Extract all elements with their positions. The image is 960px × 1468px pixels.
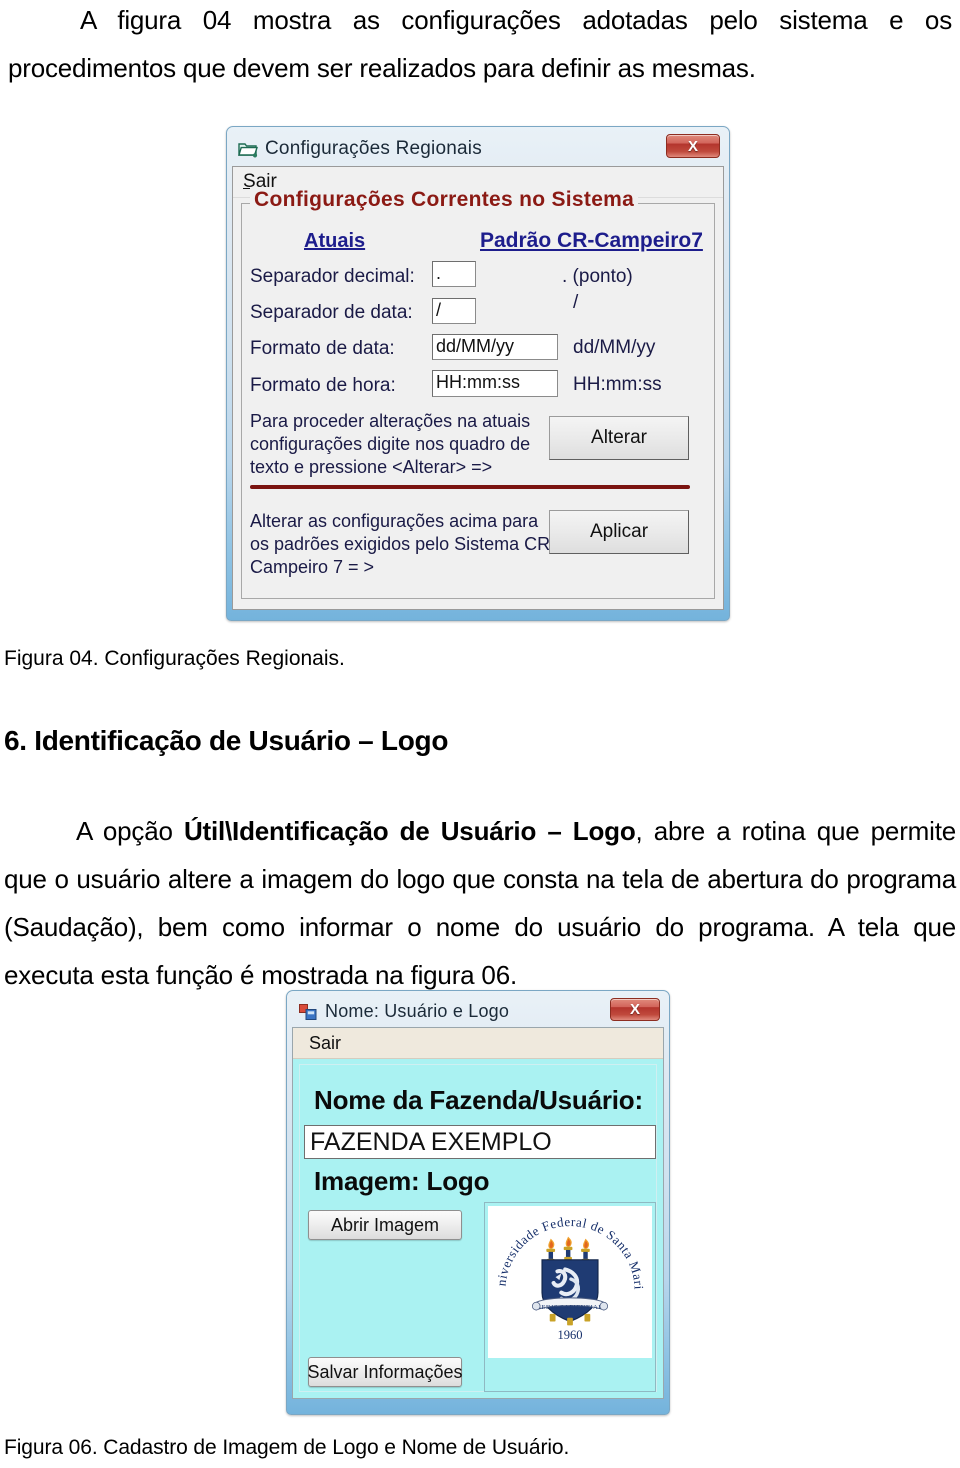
accent-divider <box>250 485 690 489</box>
imagem-logo-heading: Imagem: Logo <box>314 1166 490 1196</box>
standard-formato-data: dd/MM/yy <box>573 337 656 358</box>
standard-formato-hora: HH:mm:ss <box>573 374 662 395</box>
figure-04-caption: Figura 04. Configurações Regionais. <box>4 647 345 670</box>
logo-section-paragraph: A opção Útil\Identificação de Usuário – … <box>4 807 956 999</box>
intro-paragraph-text: A figura 04 mostra as configurações adot… <box>8 5 952 83</box>
regional-settings-window: Configurações Regionais X Sair Configura… <box>226 126 730 621</box>
logo-banner-text: SEDIS SAPIENTIAE <box>537 1304 603 1311</box>
logo-image: Universidade Federal de Santa Maria <box>488 1206 652 1358</box>
standard-separador-decimal: . (ponto) <box>562 266 633 287</box>
folder-settings-icon <box>238 140 258 158</box>
column-header-padrao: Padrão CR-Campeiro7 <box>480 229 703 252</box>
input-formato-hora[interactable]: HH:mm:ss <box>432 370 558 397</box>
column-header-atuais: Atuais <box>304 230 366 252</box>
user-logo-body: Sair Nome da Fazenda/Usuário: FAZENDA EX… <box>292 1027 664 1399</box>
groupbox-legend: Configurações Correntes no Sistema <box>250 188 639 212</box>
user-logo-window: Nome: Usuário e Logo X Sair Nome da Faze… <box>286 990 670 1415</box>
regional-settings-body: Sair Configurações Correntes no Sistema … <box>232 166 724 610</box>
section-heading: 6. Identificação de Usuário – Logo <box>4 725 449 756</box>
nome-fazenda-input[interactable]: FAZENDA EXEMPLO <box>304 1125 656 1159</box>
label-formato-hora: Formato de hora: <box>250 375 396 396</box>
regional-settings-title: Configurações Regionais <box>265 138 482 159</box>
aplicar-button[interactable]: Aplicar <box>549 510 689 554</box>
logo-year-text: 1960 <box>557 1328 582 1342</box>
abrir-imagem-button[interactable]: Abrir Imagem <box>308 1210 462 1240</box>
close-icon[interactable]: X <box>610 998 660 1021</box>
vb-form-icon <box>298 1003 318 1021</box>
user-logo-content: Nome da Fazenda/Usuário: FAZENDA EXEMPLO… <box>299 1064 657 1392</box>
current-settings-groupbox: Configurações Correntes no Sistema Atuai… <box>241 188 715 599</box>
logo-preview-frame[interactable]: Universidade Federal de Santa Maria <box>484 1202 656 1392</box>
hint-aplicar: Alterar as configurações acima para os p… <box>250 511 551 577</box>
input-separador-data[interactable]: / <box>432 298 476 324</box>
regional-settings-titlebar[interactable]: Configurações Regionais X <box>232 132 724 166</box>
close-icon[interactable]: X <box>666 134 720 158</box>
user-logo-title: Nome: Usuário e Logo <box>325 1001 510 1021</box>
salvar-informacoes-button[interactable]: Salvar Informações <box>307 1357 463 1387</box>
groupbox-rule-left <box>242 203 250 204</box>
label-separador-decimal: Separador decimal: <box>250 266 415 287</box>
logo-paragraph-pre: A opção <box>76 816 184 846</box>
intro-paragraph: A figura 04 mostra as configurações adot… <box>8 0 952 92</box>
label-separador-data: Separador de data: <box>250 302 413 323</box>
menu-item-sair[interactable]: Sair <box>309 1033 341 1054</box>
logo-paragraph-menu-path: Útil\Identificação de Usuário – Logo <box>183 816 636 846</box>
nome-fazenda-heading: Nome da Fazenda/Usuário: <box>314 1085 643 1115</box>
input-separador-decimal[interactable]: . <box>432 261 476 287</box>
alterar-button[interactable]: Alterar <box>549 416 689 460</box>
hint-alterar: Para proceder alterações na atuais confi… <box>250 411 531 477</box>
user-logo-menubar: Sair <box>293 1028 663 1059</box>
input-formato-data[interactable]: dd/MM/yy <box>432 334 558 360</box>
label-formato-data: Formato de data: <box>250 338 395 359</box>
figure-06-caption: Figura 06. Cadastro de Imagem de Logo e … <box>4 1436 570 1459</box>
user-logo-titlebar[interactable]: Nome: Usuário e Logo X <box>292 996 664 1027</box>
standard-separador-data: / <box>573 292 579 313</box>
